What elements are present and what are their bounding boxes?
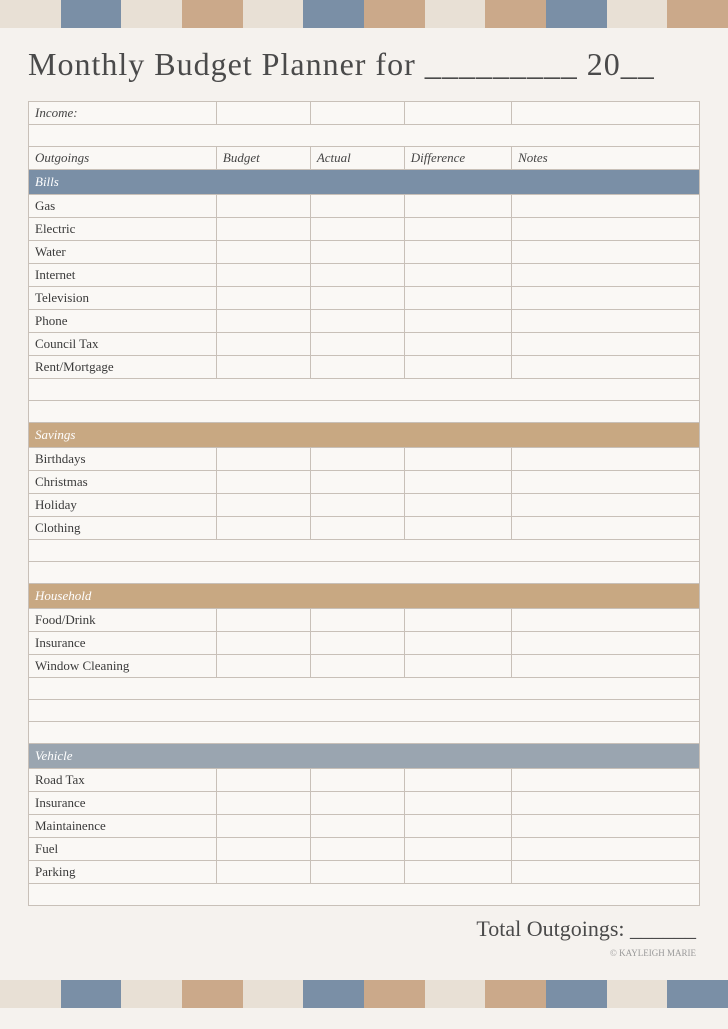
- table-row: Electric: [29, 218, 700, 241]
- col-notes: Notes: [512, 147, 700, 170]
- section-bills-label: Bills: [29, 170, 700, 195]
- spacer-row-8: [29, 722, 700, 744]
- bottom-deco-strip: [0, 980, 728, 1008]
- table-row: Birthdays: [29, 448, 700, 471]
- table-row: Internet: [29, 264, 700, 287]
- income-diff: [404, 102, 511, 125]
- table-row: Christmas: [29, 471, 700, 494]
- col-budget: Budget: [216, 147, 310, 170]
- income-row: Income:: [29, 102, 700, 125]
- table-row: Phone: [29, 310, 700, 333]
- spacer-row-7: [29, 700, 700, 722]
- total-outgoings-label: Total Outgoings: ______: [476, 916, 696, 942]
- spacer-row-2: [29, 379, 700, 401]
- spacer-row-3: [29, 401, 700, 423]
- page-title: Monthly Budget Planner for _________ 20_…: [28, 46, 700, 83]
- spacer-row-5: [29, 562, 700, 584]
- budget-table: Income: Outgoings Budget Actual Differen…: [28, 101, 700, 906]
- spacer-row-final: [29, 884, 700, 906]
- table-row: Holiday: [29, 494, 700, 517]
- table-row: Insurance: [29, 632, 700, 655]
- section-household-label: Household: [29, 584, 700, 609]
- col-outgoings: Outgoings: [29, 147, 217, 170]
- income-notes: [512, 102, 700, 125]
- total-outgoings-footer: Total Outgoings: ______: [28, 906, 700, 948]
- table-row: Parking: [29, 861, 700, 884]
- table-row: Television: [29, 287, 700, 310]
- table-row: Rent/Mortgage: [29, 356, 700, 379]
- section-vehicle-label: Vehicle: [29, 744, 700, 769]
- spacer-row-1: [29, 125, 700, 147]
- column-header-row: Outgoings Budget Actual Difference Notes: [29, 147, 700, 170]
- table-row: Council Tax: [29, 333, 700, 356]
- section-bills: Bills: [29, 170, 700, 195]
- copyright-label: © KAYLEIGH MARIE: [28, 948, 700, 958]
- col-actual: Actual: [310, 147, 404, 170]
- top-deco-strip: [0, 0, 728, 28]
- spacer-row-4: [29, 540, 700, 562]
- table-row: Clothing: [29, 517, 700, 540]
- income-label: Income:: [29, 102, 217, 125]
- income-budget: [216, 102, 310, 125]
- section-savings-label: Savings: [29, 423, 700, 448]
- section-savings: Savings: [29, 423, 700, 448]
- table-row: Fuel: [29, 838, 700, 861]
- table-row: Insurance: [29, 792, 700, 815]
- col-difference: Difference: [404, 147, 511, 170]
- table-row: Maintainence: [29, 815, 700, 838]
- section-household: Household: [29, 584, 700, 609]
- table-row: Water: [29, 241, 700, 264]
- table-row: Gas: [29, 195, 700, 218]
- spacer-row-6: [29, 678, 700, 700]
- table-row: Window Cleaning: [29, 655, 700, 678]
- table-row: Food/Drink: [29, 609, 700, 632]
- section-vehicle: Vehicle: [29, 744, 700, 769]
- income-actual: [310, 102, 404, 125]
- table-row: Road Tax: [29, 769, 700, 792]
